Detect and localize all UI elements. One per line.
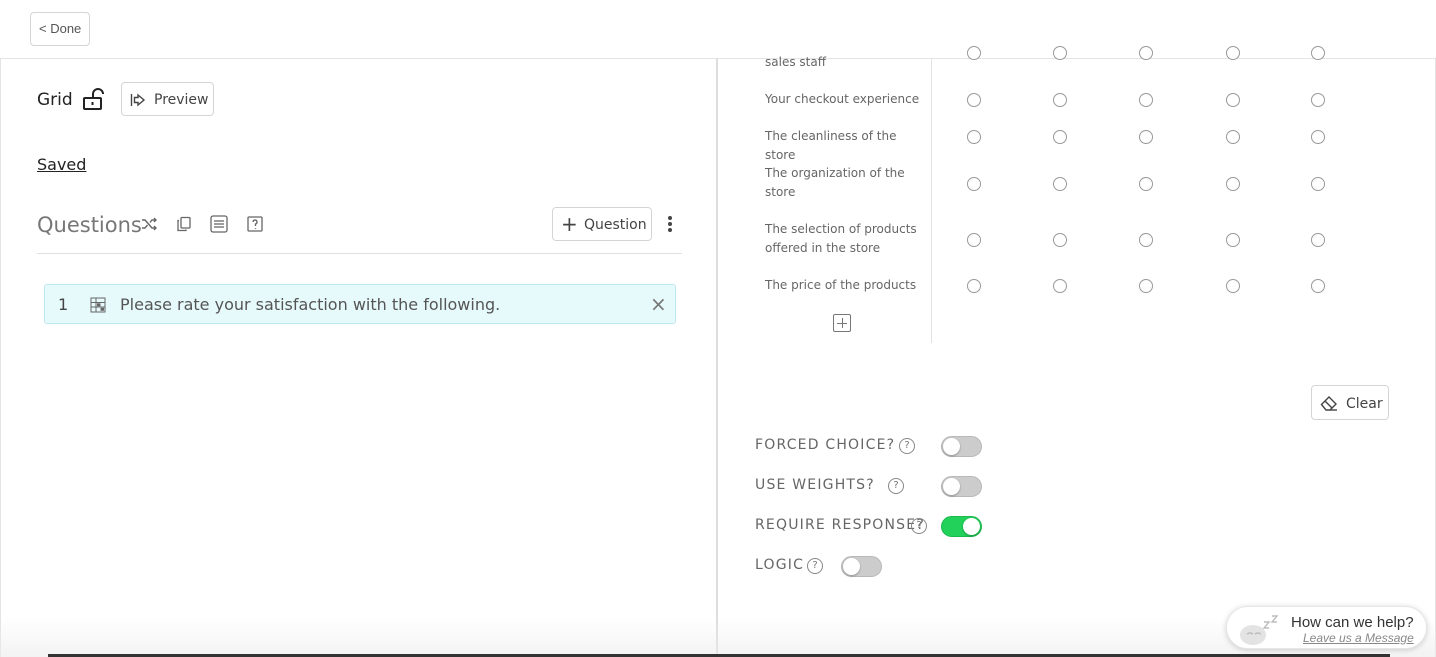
- grid-radio-button[interactable]: [967, 279, 981, 293]
- chat-avatar-icon: [1237, 615, 1281, 645]
- question-number: 1: [58, 295, 69, 314]
- question-settings-panel: sales staff Your checkout experience The…: [720, 46, 1436, 657]
- saved-status-link[interactable]: Saved: [37, 155, 86, 174]
- grid-icon: [90, 297, 106, 313]
- preview-label: Preview: [154, 92, 209, 108]
- grid-radio-button[interactable]: [1139, 177, 1153, 191]
- help-widget-title: How can we help?: [1291, 614, 1414, 631]
- grid-radio-button[interactable]: [1311, 130, 1325, 144]
- top-bar: < Done: [0, 0, 1436, 59]
- grid-radio-button[interactable]: [1226, 233, 1240, 247]
- grid-divider: [931, 59, 932, 343]
- shuffle-icon[interactable]: [140, 215, 158, 233]
- close-icon[interactable]: ×: [650, 293, 667, 315]
- grid-radio-button[interactable]: [967, 130, 981, 144]
- grid-radio-button[interactable]: [1226, 177, 1240, 191]
- grid-radio-button[interactable]: [1311, 279, 1325, 293]
- question-type-label: Grid: [37, 90, 73, 110]
- grid-row-label: Your checkout experience: [765, 92, 920, 106]
- question-list-item[interactable]: 1 Please rate your satisfaction with the…: [44, 284, 676, 324]
- grid-radio-button[interactable]: [1311, 233, 1325, 247]
- preview-button[interactable]: Preview: [121, 82, 214, 116]
- clear-button[interactable]: Clear: [1311, 385, 1389, 420]
- logic-toggle[interactable]: [841, 556, 882, 577]
- grid-radio-button[interactable]: [1139, 233, 1153, 247]
- help-icon[interactable]: ?: [899, 438, 915, 454]
- grid-radio-button[interactable]: [1053, 177, 1067, 191]
- unlock-icon[interactable]: [82, 87, 106, 111]
- require-response-label: REQUIRE RESPONSE?: [755, 517, 925, 533]
- help-chat-widget[interactable]: How can we help? Leave us a Message: [1226, 606, 1427, 649]
- grid-radio-button[interactable]: [967, 177, 981, 191]
- copy-icon[interactable]: [175, 215, 193, 233]
- grid-radio-button[interactable]: [1053, 46, 1067, 60]
- logic-label: LOGIC: [755, 557, 805, 573]
- plus-icon: +: [561, 212, 578, 236]
- grid-radio-button[interactable]: [1226, 279, 1240, 293]
- eraser-icon: [1320, 396, 1337, 411]
- use-weights-label: USE WEIGHTS?: [755, 477, 875, 493]
- grid-row-label: The price of the products: [765, 278, 917, 292]
- more-options-icon[interactable]: [665, 215, 675, 233]
- grid-radio-button[interactable]: [1226, 93, 1240, 107]
- questions-header: Questions + Question: [37, 207, 682, 254]
- forced-choice-toggle[interactable]: [941, 436, 982, 457]
- require-response-toggle[interactable]: [941, 516, 982, 537]
- grid-radio-button[interactable]: [1053, 93, 1067, 107]
- help-icon[interactable]: [246, 215, 264, 233]
- help-icon[interactable]: ?: [911, 518, 927, 534]
- grid-row-label: The selection of products offered in the…: [765, 222, 917, 255]
- grid-radio-button[interactable]: [1226, 46, 1240, 60]
- add-question-button[interactable]: + Question: [552, 207, 652, 241]
- grid-radio-button[interactable]: [1139, 130, 1153, 144]
- grid-radio-button[interactable]: [1311, 93, 1325, 107]
- grid-radio-button[interactable]: [1053, 130, 1067, 144]
- done-button[interactable]: < Done: [30, 12, 91, 46]
- grid-radio-button[interactable]: [1139, 279, 1153, 293]
- question-editor-panel: Grid Preview Saved Questions + Question …: [0, 59, 718, 657]
- grid-radio-button[interactable]: [1139, 46, 1153, 60]
- grid-row-label: The organization of the store: [765, 166, 905, 199]
- grid-radio-button[interactable]: [1053, 233, 1067, 247]
- grid-radio-button[interactable]: [967, 46, 981, 60]
- use-weights-toggle[interactable]: [941, 476, 982, 497]
- grid-row-label: sales staff: [765, 55, 826, 69]
- grid-row-label: The cleanliness of the store: [765, 129, 897, 162]
- help-icon[interactable]: ?: [888, 478, 904, 494]
- add-row-icon[interactable]: [833, 314, 851, 332]
- question-text: Please rate your satisfaction with the f…: [120, 295, 501, 314]
- questions-title: Questions: [37, 213, 142, 237]
- grid-radio-button[interactable]: [1139, 93, 1153, 107]
- grid-radio-button[interactable]: [967, 233, 981, 247]
- preview-icon: [130, 93, 146, 107]
- grid-radio-button[interactable]: [1226, 130, 1240, 144]
- grid-radio-button[interactable]: [1311, 46, 1325, 60]
- clear-label: Clear: [1346, 396, 1383, 412]
- grid-radio-button[interactable]: [1311, 177, 1325, 191]
- leave-message-link[interactable]: Leave us a Message: [1303, 631, 1414, 645]
- forced-choice-label: FORCED CHOICE?: [755, 437, 896, 453]
- grid-radio-button[interactable]: [967, 93, 981, 107]
- grid-radio-button[interactable]: [1053, 279, 1067, 293]
- help-icon[interactable]: ?: [807, 558, 823, 574]
- list-icon[interactable]: [210, 215, 228, 233]
- add-question-label: Question: [584, 217, 647, 233]
